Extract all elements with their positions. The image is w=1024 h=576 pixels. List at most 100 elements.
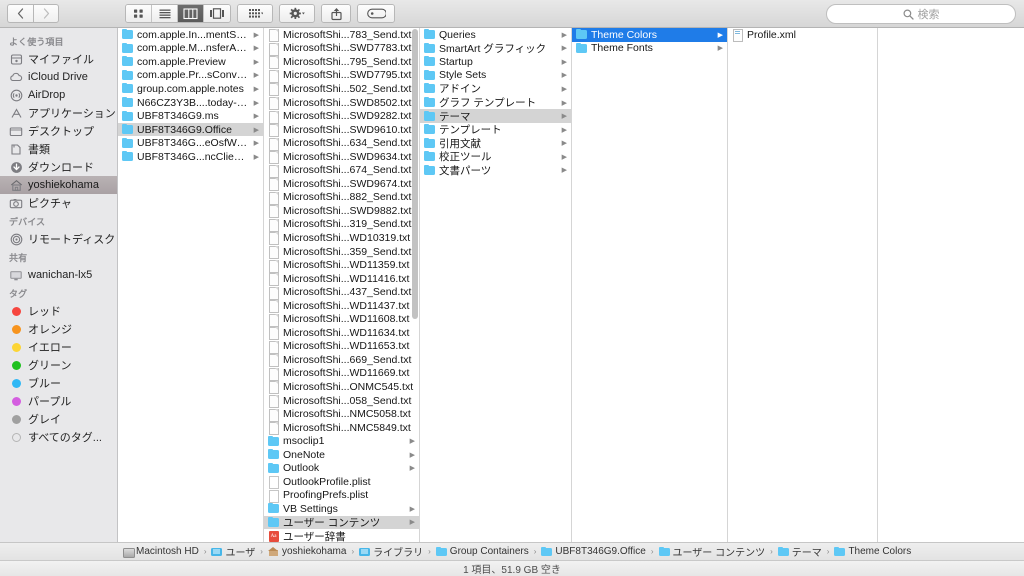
user-content-column[interactable]: Queries ▶ SmartArt グラフィック ▶ Startup ▶ Style Se… — [420, 28, 572, 542]
column-row[interactable]: MicrosoftShi...SWD7795.txt — [264, 69, 419, 83]
column-row[interactable]: ユーザー コンテンツ ▶ — [264, 515, 419, 530]
column-row[interactable]: Theme Fonts ▶ — [572, 42, 727, 56]
column-row[interactable]: MicrosoftShi...WD11437.txt — [264, 299, 419, 314]
breadcrumb-item[interactable]: Group Containers — [435, 546, 529, 557]
column-row[interactable]: MicrosoftShi...WD11669.txt — [264, 367, 419, 381]
breadcrumb-item[interactable]: UBF8T346G9.Office — [541, 546, 646, 557]
column-row[interactable]: group.com.apple.notes ▶ — [118, 82, 263, 96]
column-row[interactable]: MicrosoftShi...359_Send.txt — [264, 245, 419, 260]
column-row[interactable]: MicrosoftShi...SWD8502.txt — [264, 96, 419, 110]
column-row[interactable]: SmartArt グラフィック ▶ — [420, 42, 571, 56]
breadcrumb-item[interactable]: Macintosh HD — [122, 546, 199, 558]
column-row[interactable]: ユーザー辞書 — [264, 529, 419, 542]
column-row[interactable]: MicrosoftShi...SWD7783.txt — [264, 42, 419, 56]
sidebar-item-[interactable]: ピクチャ — [0, 194, 117, 212]
column-row[interactable]: MicrosoftShi...NMC5849.txt — [264, 421, 419, 436]
action-menu-button[interactable] — [280, 5, 314, 22]
column-row[interactable]: msoclip1 ▶ — [264, 434, 419, 448]
breadcrumb-item[interactable]: ユーザ — [211, 544, 255, 559]
sidebar-item-[interactable]: マイファイル — [0, 50, 117, 68]
column-row[interactable]: UBF8T346G9.Office ▶ — [118, 122, 263, 137]
column-row[interactable]: MicrosoftShi...WD10319.txt — [264, 231, 419, 246]
theme-column[interactable]: Theme Colors ▶ Theme Fonts ▶ — [572, 28, 728, 542]
column-row[interactable]: MicrosoftShi...669_Send.txt — [264, 353, 419, 368]
sidebar-item-yoshiekohama[interactable]: yoshiekohama — [0, 176, 117, 194]
share-button[interactable] — [322, 5, 350, 22]
sidebar-item-[interactable]: リモートディスク — [0, 230, 117, 248]
column-row[interactable]: MicrosoftShi...058_Send.txt — [264, 394, 419, 409]
column-row[interactable]: 校正ツール ▶ — [420, 150, 571, 164]
icon-view-button[interactable] — [126, 5, 152, 22]
column-row[interactable]: MicrosoftShi...SWD9634.txt — [264, 150, 419, 165]
column-row[interactable]: com.apple.In...mentService▶ — [118, 28, 263, 42]
column-row[interactable]: テーマ ▶ — [420, 109, 571, 123]
group-containers-column[interactable]: com.apple.In...mentService▶com.apple.M..… — [118, 28, 264, 542]
column-row[interactable]: com.apple.M...nsferArchive▶ — [118, 42, 263, 56]
sidebar-item-[interactable]: パープル — [0, 392, 117, 410]
column-view-button[interactable] — [178, 5, 204, 22]
breadcrumb-item[interactable]: テーマ — [777, 544, 822, 559]
column-row[interactable]: MicrosoftShi...795_Send.txt — [264, 55, 419, 70]
column-row[interactable]: OneNote ▶ — [264, 448, 419, 462]
breadcrumb-item[interactable]: ユーザー コンテンツ — [658, 544, 765, 559]
column-row[interactable]: MicrosoftShi...502_Send.txt — [264, 82, 419, 97]
column-row[interactable]: MicrosoftShi...437_Send.txt — [264, 285, 419, 300]
breadcrumb-item[interactable]: ライブラリ — [359, 544, 423, 559]
column-row[interactable]: アドイン ▶ — [420, 82, 571, 96]
column-row[interactable]: グラフ テンプレート ▶ — [420, 96, 571, 110]
sidebar-item-[interactable]: デスクトップ — [0, 122, 117, 140]
column-row[interactable]: MicrosoftShi...SWD9674.txt — [264, 177, 419, 192]
column-row[interactable]: Style Sets ▶ — [420, 69, 571, 83]
sidebar-item-[interactable]: レッド — [0, 302, 117, 320]
column-row[interactable]: MicrosoftShi...882_Send.txt — [264, 191, 419, 205]
column-row[interactable]: テンプレート ▶ — [420, 123, 571, 137]
office-contents-column[interactable]: MicrosoftShi...783_Send.txt MicrosoftShi.… — [264, 28, 420, 542]
search-field[interactable]: 検索 — [826, 4, 1016, 24]
theme-colors-column[interactable]: Profile.xml — [728, 28, 878, 542]
column-row[interactable]: MicrosoftShi...SWD9610.txt — [264, 123, 419, 138]
column-row[interactable]: MicrosoftShi...NMC5058.txt — [264, 407, 419, 422]
coverflow-view-button[interactable] — [204, 5, 230, 22]
column-row[interactable]: Profile.xml — [728, 28, 877, 43]
back-button[interactable] — [7, 4, 33, 23]
arrange-button[interactable] — [238, 5, 272, 22]
forward-button[interactable] — [33, 4, 59, 23]
column-row[interactable]: UBF8T346G...eOsfWebHost▶ — [118, 136, 263, 150]
list-view-button[interactable] — [152, 5, 178, 22]
sidebar-item-airdrop[interactable]: AirDrop — [0, 86, 117, 104]
column-row[interactable]: N66CZ3Y3B....today-group▶ — [118, 96, 263, 110]
column-row[interactable]: MicrosoftShi...WD11359.txt — [264, 258, 419, 273]
sidebar-item-[interactable]: ブルー — [0, 374, 117, 392]
sidebar-item-[interactable]: 書類 — [0, 140, 117, 158]
column-row[interactable]: VB Settings ▶ — [264, 502, 419, 516]
sidebar-item-[interactable]: アプリケーション — [0, 104, 117, 122]
column-row[interactable]: MicrosoftShi...674_Send.txt — [264, 163, 419, 178]
edit-tags-button[interactable] — [358, 5, 394, 22]
column-scrollbar[interactable] — [412, 29, 418, 319]
breadcrumb-item[interactable]: Theme Colors — [834, 546, 911, 557]
sidebar-item-icloud-drive[interactable]: iCloud Drive — [0, 68, 117, 86]
column-row[interactable]: OutlookProfile.plist — [264, 475, 419, 490]
column-row[interactable]: MicrosoftShi...WD11634.txt — [264, 326, 419, 341]
preview-column[interactable] — [878, 28, 1024, 542]
breadcrumb-item[interactable]: yoshiekohama — [268, 546, 346, 557]
sidebar-item-[interactable]: ダウンロード — [0, 158, 117, 176]
column-row[interactable]: MicrosoftShi...WD11608.txt — [264, 312, 419, 327]
column-row[interactable]: MicrosoftShi...WD11653.txt — [264, 340, 419, 354]
column-row[interactable]: Outlook ▶ — [264, 462, 419, 476]
column-row[interactable]: Theme Colors ▶ — [572, 28, 727, 42]
sidebar-item-wanichan-lx5[interactable]: wanichan-lx5 — [0, 266, 117, 284]
column-row[interactable]: MicrosoftShi...634_Send.txt — [264, 136, 419, 151]
column-row[interactable]: UBF8T346G9.ms ▶ — [118, 109, 263, 123]
column-row[interactable]: com.apple.Pr...sConversion▶ — [118, 69, 263, 83]
column-row[interactable]: com.apple.Preview ▶ — [118, 55, 263, 69]
column-row[interactable]: MicrosoftShi...SWD9282.txt — [264, 109, 419, 124]
column-row[interactable]: 引用文献 ▶ — [420, 136, 571, 150]
column-row[interactable]: MicrosoftShi...ONMC545.txt — [264, 380, 419, 395]
column-row[interactable]: 文書パーツ ▶ — [420, 163, 571, 177]
sidebar-item-[interactable]: すべてのタグ... — [0, 428, 117, 446]
column-row[interactable]: MicrosoftShi...319_Send.txt — [264, 218, 419, 232]
column-row[interactable]: MicrosoftShi...783_Send.txt — [264, 28, 419, 43]
sidebar-item-[interactable]: イエロー — [0, 338, 117, 356]
sidebar-item-[interactable]: グリーン — [0, 356, 117, 374]
